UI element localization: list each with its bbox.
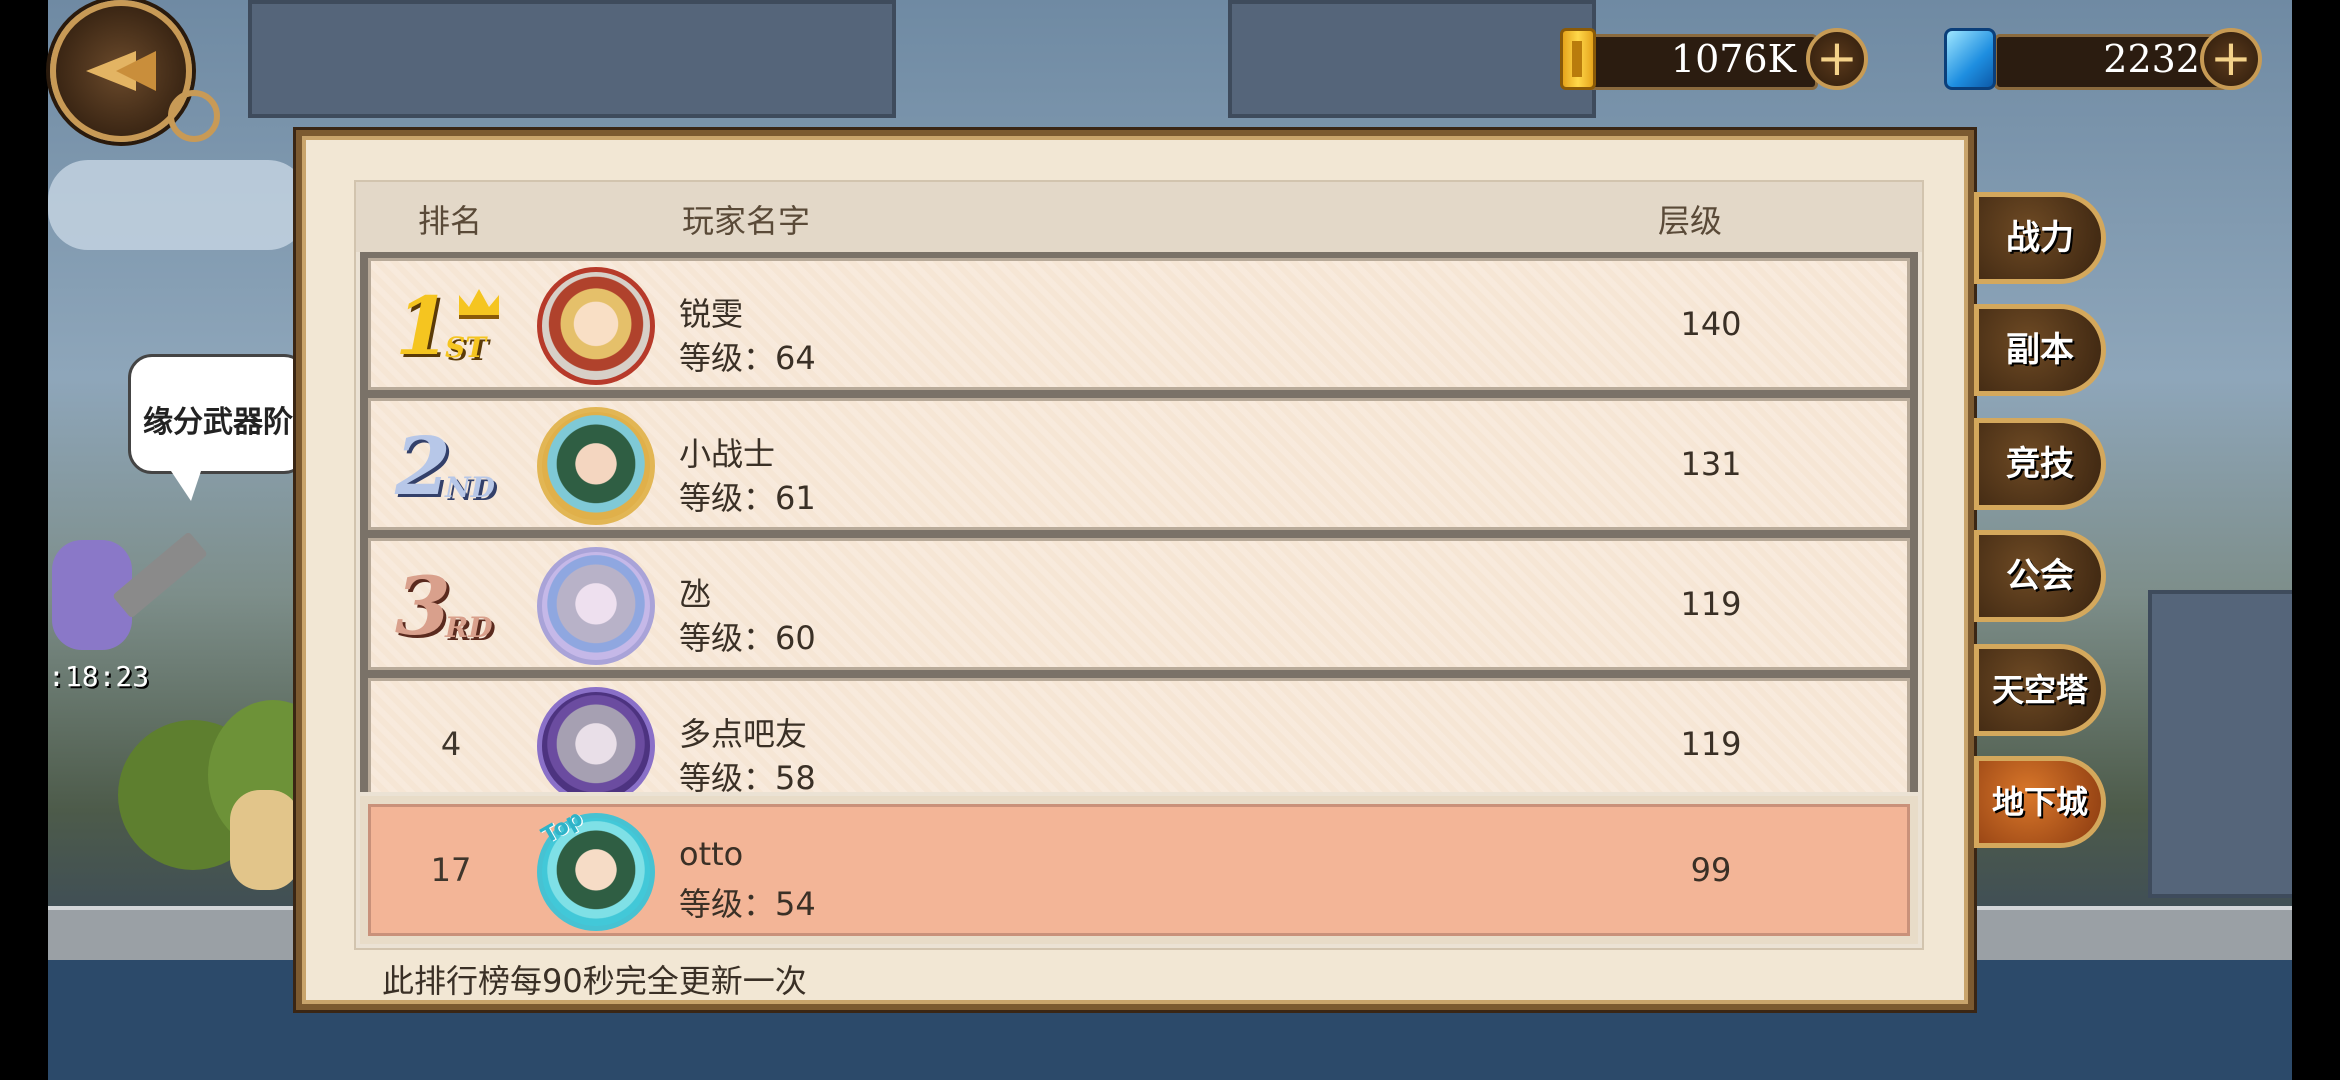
player-avatar[interactable] <box>537 547 655 665</box>
player-floor: 131 <box>1680 445 1742 483</box>
add-gold-button[interactable]: + <box>1806 28 1868 90</box>
bubble-text: 缘分武器阶 <box>143 405 293 440</box>
my-level: 等级：54 <box>679 885 816 923</box>
player-floor: 119 <box>1680 585 1742 623</box>
gold-currency: 1076K + <box>1540 28 1868 90</box>
background-building <box>248 0 896 118</box>
header-rank: 排名 <box>418 202 483 240</box>
leaderboard-panel: 排名 玩家名字 层级 1 ST 锐雯 等级：64 140 2 ND 小战士 等级… <box>296 130 1974 1010</box>
leaderboard-inner: 排名 玩家名字 层级 1 ST 锐雯 等级：64 140 2 ND 小战士 等级… <box>354 180 1924 950</box>
background-building <box>2148 590 2292 898</box>
rank-number: 1 <box>395 279 451 373</box>
npc-speech-bubble: 缘分武器阶 <box>128 354 308 501</box>
leaderboard-row[interactable]: 2 ND 小战士 等级：61 131 <box>368 398 1910 530</box>
gold-coin-icon <box>1560 28 1596 90</box>
my-name: otto <box>679 835 744 873</box>
header-name: 玩家名字 <box>682 202 811 240</box>
tab-arena[interactable]: 竞技 <box>1974 418 2106 510</box>
player-avatar[interactable] <box>537 407 655 525</box>
leaderboard-row[interactable]: 1 ST 锐雯 等级：64 140 <box>368 258 1910 390</box>
leaderboard-list[interactable]: 1 ST 锐雯 等级：64 140 2 ND 小战士 等级：61 131 3 R… <box>360 252 1918 792</box>
my-rank-row[interactable]: 17 Top otto 等级：54 99 <box>368 804 1910 936</box>
rank-number: 3 <box>395 559 451 653</box>
rank-1st-badge: 1 ST <box>395 281 515 371</box>
player-name: 多点吧友 <box>679 715 808 753</box>
player-floor: 119 <box>1680 725 1742 763</box>
rank-3rd-badge: 3 RD <box>395 561 515 651</box>
rank-suffix: ND <box>445 471 495 504</box>
leaderboard-row[interactable]: 3 RD 氹 等级：60 119 <box>368 538 1910 670</box>
rank-suffix: ST <box>445 331 487 364</box>
update-note: 此排行榜每90秒完全更新一次 <box>382 962 807 1000</box>
timer-text: :18:23 <box>48 660 150 693</box>
header-floor: 层级 <box>1658 202 1723 240</box>
gem-currency: 2232 + <box>1944 28 2266 90</box>
tab-power[interactable]: 战力 <box>1974 192 2106 284</box>
my-rank-number: 17 <box>430 851 472 889</box>
rank-number: 2 <box>395 419 451 513</box>
add-gems-button[interactable]: + <box>2200 28 2262 90</box>
back-arrow-icon <box>86 51 156 91</box>
player-level: 等级：61 <box>679 479 816 517</box>
chibi-character[interactable] <box>230 790 300 890</box>
gem-icon <box>1944 28 1996 90</box>
gold-amount: 1076K <box>1670 37 1796 81</box>
leaderboard-row[interactable]: 4 多点吧友 等级：58 119 <box>368 678 1910 792</box>
gem-amount: 2232 <box>2103 37 2200 81</box>
player-avatar[interactable] <box>537 267 655 385</box>
player-name: 小战士 <box>679 435 776 473</box>
letterbox-right <box>2292 0 2340 1080</box>
my-floor: 99 <box>1690 851 1732 889</box>
tab-dungeon-instance[interactable]: 副本 <box>1974 304 2106 396</box>
rank-2nd-badge: 2 ND <box>395 421 515 511</box>
letterbox-left <box>0 0 48 1080</box>
player-name: 氹 <box>679 575 712 613</box>
tab-guild[interactable]: 公会 <box>1974 530 2106 622</box>
leaderboard-header: 排名 玩家名字 层级 <box>356 182 1922 252</box>
player-level: 等级：64 <box>679 339 816 377</box>
player-floor: 140 <box>1680 305 1742 343</box>
player-avatar[interactable] <box>537 687 655 792</box>
rank-number: 4 <box>440 725 462 763</box>
player-level: 等级：58 <box>679 759 816 792</box>
player-level: 等级：60 <box>679 619 816 657</box>
player-name: 锐雯 <box>679 295 744 333</box>
tab-sky-tower[interactable]: 天空塔 <box>1974 644 2106 736</box>
tab-underground-city[interactable]: 地下城 <box>1974 756 2106 848</box>
my-rank-section: 17 Top otto 等级：54 99 <box>360 796 1918 944</box>
rank-suffix: RD <box>445 611 493 644</box>
cloud <box>48 160 308 250</box>
ring-ornament <box>168 90 220 142</box>
crown-icon <box>459 289 499 319</box>
